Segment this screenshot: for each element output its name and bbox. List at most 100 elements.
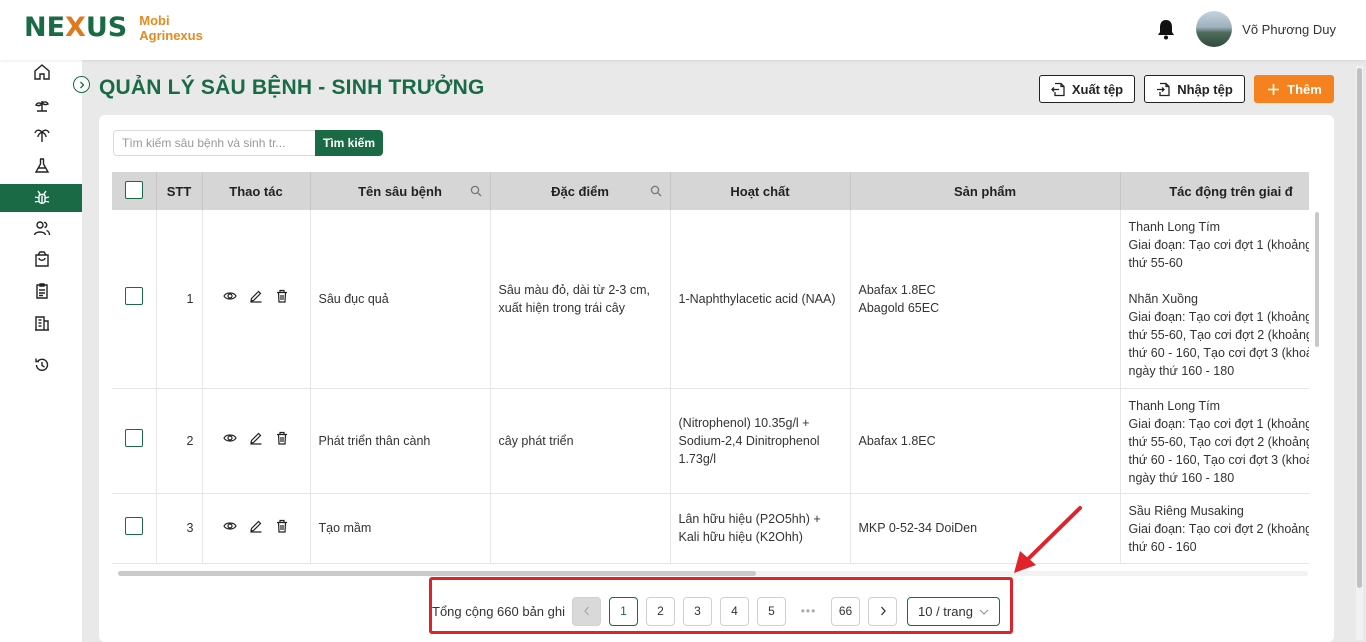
page-button-1[interactable]: 1 <box>609 596 638 626</box>
select-all-checkbox[interactable] <box>124 180 143 199</box>
row-ingredient: (Nitrophenol) 10.35g/l + Sodium-2,4 Dini… <box>670 388 851 494</box>
row-impact: Thanh Long Tím Giai đoạn: Tạo cơi đợt 1 … <box>1120 388 1309 494</box>
col-stt: STT <box>156 172 203 210</box>
chevron-right-icon <box>880 606 886 616</box>
col-actions: Thao tác <box>202 172 311 210</box>
sidebar-item-lab[interactable] <box>0 152 82 180</box>
search-button[interactable]: Tìm kiếm <box>315 130 383 156</box>
content-card: Tìm kiếm sâu bệnh và sinh tr... Tìm kiếm… <box>99 115 1334 642</box>
user-name[interactable]: Võ Phương Duy <box>1242 22 1336 37</box>
page-button-4[interactable]: 4 <box>720 596 749 626</box>
plant-icon <box>35 101 49 112</box>
page-button-2[interactable]: 2 <box>646 596 675 626</box>
building-icon <box>35 316 49 331</box>
page-button-3[interactable]: 3 <box>683 596 712 626</box>
next-page-button[interactable] <box>868 596 897 626</box>
flask-icon <box>34 158 50 173</box>
col-name-label: Tên sâu bệnh <box>358 183 442 199</box>
row-select-cell <box>112 388 157 494</box>
trash-icon[interactable] <box>275 431 289 445</box>
table-header: STT Thao tác Tên sâu bệnh Đặc điểm Hoạt … <box>112 172 1309 210</box>
eye-icon[interactable] <box>223 431 237 445</box>
sidebar-item-shop[interactable] <box>0 245 82 273</box>
row-actions <box>202 210 311 389</box>
chevron-down-icon <box>979 609 989 615</box>
sidebar-item-history[interactable] <box>0 351 82 379</box>
row-name: Tạo mầm <box>310 493 491 564</box>
pagination: Tổng cộng 660 bản ghi 1 2 3 4 5 ••• 66 1… <box>432 596 1000 626</box>
page-button-66[interactable]: 66 <box>831 596 860 626</box>
row-checkbox[interactable] <box>124 287 143 306</box>
import-label: Nhập tệp <box>1177 81 1233 97</box>
sidebar-item-pests[interactable] <box>0 184 82 212</box>
sidebar-item-users[interactable] <box>0 214 82 242</box>
palm-tree-icon <box>34 129 50 142</box>
logo-text-2: US <box>85 12 128 43</box>
add-label: Thêm <box>1287 81 1322 97</box>
add-button[interactable]: Thêm <box>1254 75 1334 103</box>
brand-line-1: Mobi <box>139 12 170 28</box>
logo-mark: NEXUS <box>24 12 127 43</box>
users-icon <box>33 221 51 236</box>
row-stt: 1 <box>156 210 203 389</box>
row-feature: cây phát triển <box>490 388 671 494</box>
brand-name: Mobi Agrinexus <box>139 13 203 43</box>
page-ellipsis[interactable]: ••• <box>794 604 823 618</box>
bug-icon <box>34 190 50 204</box>
row-name: Sâu đục quả <box>310 210 491 389</box>
sidebar-item-reports[interactable] <box>0 309 82 337</box>
page-scrollbar[interactable] <box>1357 68 1362 588</box>
total-records: Tổng cộng 660 bản ghi <box>432 603 565 619</box>
edit-icon[interactable] <box>249 519 263 533</box>
search-input[interactable]: Tìm kiếm sâu bệnh và sinh tr... <box>113 130 315 156</box>
page-size-select[interactable]: 10 / trang <box>907 596 1000 626</box>
sidebar-toggle-button[interactable] <box>73 76 90 93</box>
trash-icon[interactable] <box>275 289 289 303</box>
row-feature <box>490 493 671 564</box>
sidebar-item-tasks[interactable] <box>0 277 82 305</box>
sidebar-item-palm[interactable] <box>0 121 82 149</box>
row-ingredient: 1-Naphthylacetic acid (NAA) <box>670 210 851 389</box>
search-icon[interactable] <box>650 185 662 197</box>
pest-table: STT Thao tác Tên sâu bệnh Đặc điểm Hoạt … <box>112 172 1309 577</box>
table-horizontal-scrollbar[interactable] <box>118 571 756 576</box>
col-products: Sản phẩm <box>850 172 1121 210</box>
table-row: 2 Phát triển thân cành cây phát triển (N… <box>112 388 1309 494</box>
edit-icon[interactable] <box>249 289 263 303</box>
export-button[interactable]: Xuất tệp <box>1039 75 1135 103</box>
edit-icon[interactable] <box>249 431 263 445</box>
table-vertical-scrollbar[interactable] <box>1315 212 1319 347</box>
trash-icon[interactable] <box>275 519 289 533</box>
row-checkbox[interactable] <box>124 516 143 535</box>
avatar[interactable] <box>1196 11 1233 47</box>
col-name: Tên sâu bệnh <box>310 172 491 210</box>
file-import-icon <box>1157 82 1170 96</box>
row-stt: 2 <box>156 388 203 494</box>
row-select-cell <box>112 210 157 389</box>
import-button[interactable]: Nhập tệp <box>1144 75 1245 103</box>
app-logo[interactable]: NEXUS Mobi Agrinexus <box>24 12 203 43</box>
search-icon[interactable] <box>470 185 482 197</box>
row-products: MKP 0-52-34 DoiDen <box>850 493 1121 564</box>
export-label: Xuất tệp <box>1071 81 1124 97</box>
row-name: Phát triển thân cành <box>310 388 491 494</box>
row-checkbox[interactable] <box>124 429 143 447</box>
col-feature: Đặc điểm <box>490 172 671 210</box>
col-impact: Tác động trên giai đ <box>1120 172 1309 210</box>
bell-icon[interactable] <box>1156 18 1176 40</box>
shopping-bag-icon <box>35 251 49 267</box>
sidebar-item-home[interactable] <box>0 58 82 86</box>
page-size-value: 10 / trang <box>918 603 973 619</box>
eye-icon[interactable] <box>223 519 237 533</box>
row-actions <box>202 493 311 564</box>
row-stt: 3 <box>156 493 203 564</box>
user-area: Võ Phương Duy <box>1156 11 1336 47</box>
table-row: 1 Sâu đục quả Sâu màu đỏ, dài từ 2-3 cm,… <box>112 210 1309 389</box>
row-products: Abafax 1.8EC <box>850 388 1121 494</box>
prev-page-button[interactable] <box>572 596 601 626</box>
col-ingredient: Hoạt chất <box>670 172 851 210</box>
eye-icon[interactable] <box>223 289 237 303</box>
sidebar-item-plant[interactable] <box>0 90 82 118</box>
page-button-5[interactable]: 5 <box>757 596 786 626</box>
row-products: Abafax 1.8EC Abagold 65EC <box>850 210 1121 389</box>
